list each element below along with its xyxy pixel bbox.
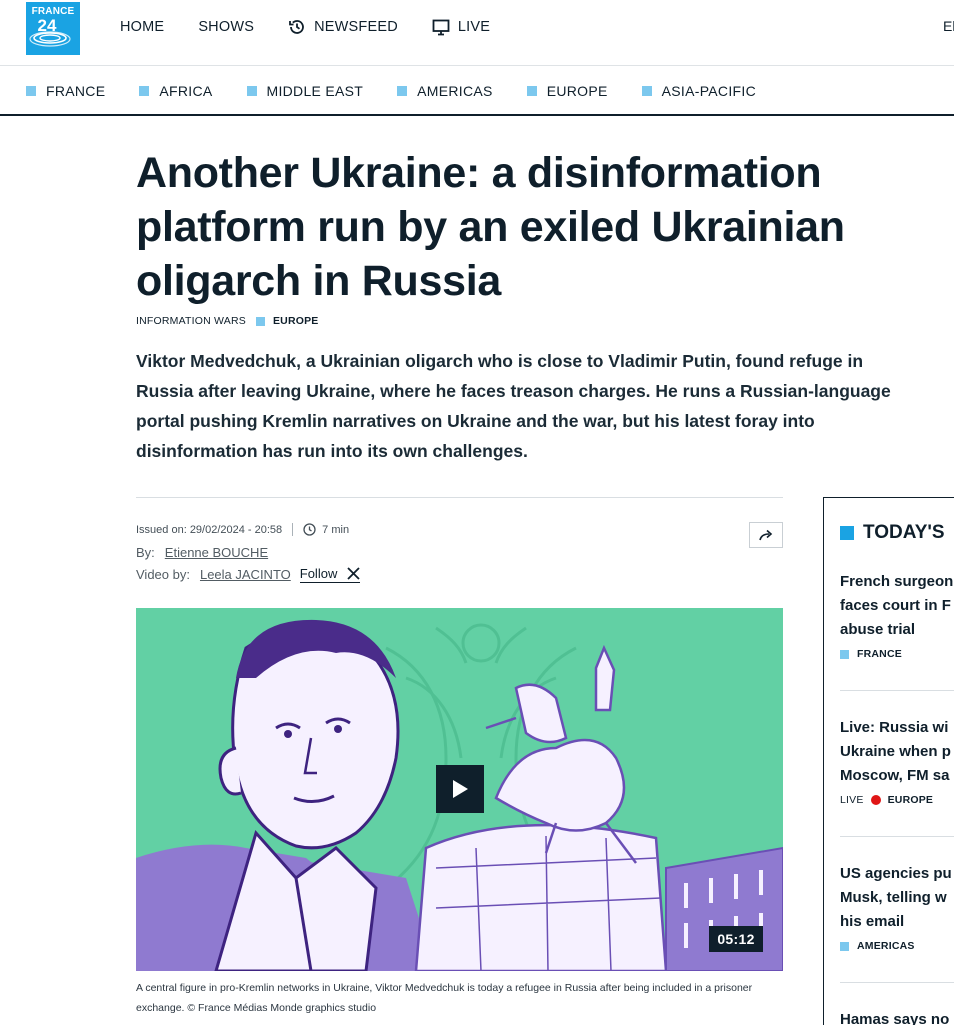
tv-icon (432, 19, 450, 35)
nav-live-label: LIVE (457, 19, 491, 35)
story-tag[interactable]: LIVE EUROPE (840, 794, 954, 806)
divider (136, 497, 783, 498)
videoby-label: Video by: (136, 567, 190, 582)
play-icon (453, 780, 468, 798)
story-headline-line: Musk, telling w (840, 889, 947, 906)
region-label: MIDDLE EAST (266, 83, 364, 99)
region-nav: FRANCE AFRICA MIDDLE EAST AMERICAS EUROP… (0, 66, 954, 116)
live-dot-icon (870, 795, 881, 805)
meta-separator (292, 523, 294, 536)
story-tag[interactable]: FRANCE (840, 648, 954, 660)
sidebar-story[interactable]: Live: Russia wi Ukraine when p Moscow, F… (840, 716, 954, 806)
sidebar-story[interactable]: Hamas says no (840, 1008, 954, 1025)
nav-shows-label: SHOWS (198, 19, 255, 35)
video-duration: 05:12 (709, 926, 763, 952)
article-tags: INFORMATION WARS EUROPE (136, 315, 319, 327)
play-button[interactable] (436, 765, 484, 813)
region-marker-icon (246, 86, 257, 96)
history-icon (289, 20, 304, 34)
region-africa[interactable]: AFRICA (139, 83, 212, 99)
video-author-link[interactable]: Leela JACINTO (200, 567, 291, 582)
story-headline-line: abuse trial (840, 621, 916, 638)
todays-sidebar: TODAY'S French surgeon faces court in F … (823, 497, 954, 1025)
tag-marker-icon (840, 941, 849, 951)
tag-information-wars[interactable]: INFORMATION WARS (136, 315, 246, 327)
sidebar-story[interactable]: US agencies pu Musk, telling w his email… (840, 862, 954, 952)
tag-europe[interactable]: EUROPE (273, 315, 319, 327)
region-europe[interactable]: EUROPE (526, 83, 608, 99)
sidebar-heading-label: TODAY'S (863, 522, 945, 543)
article-lead: Viktor Medvedchuk, a Ukrainian oligarch … (136, 351, 891, 461)
story-headline-line: French surgeon (840, 573, 954, 590)
story-divider (840, 982, 954, 983)
video-player[interactable]: 05:12 (136, 608, 783, 971)
story-headline-line: Live: Russia wi (840, 719, 949, 736)
story-tag-label: FRANCE (857, 648, 902, 660)
live-label: LIVE (840, 794, 864, 806)
region-middle-east[interactable]: MIDDLE EAST (246, 83, 364, 99)
region-marker-icon (397, 86, 408, 96)
share-button[interactable] (749, 522, 783, 548)
byline: By: Etienne BOUCHE (136, 545, 268, 560)
issued-date: Issued on: 29/02/2024 - 20:58 (136, 523, 283, 536)
story-tag[interactable]: AMERICAS (840, 940, 954, 952)
region-label: AMERICAS (417, 83, 493, 99)
language-switch[interactable]: El (943, 18, 954, 34)
nav-shows[interactable]: SHOWS (198, 19, 254, 35)
image-caption: A central figure in pro-Kremlin networks… (136, 982, 753, 1014)
article-title: Another Ukraine: a disinformation platfo… (136, 149, 845, 305)
tag-marker-icon (255, 316, 265, 326)
story-headline-line: Hamas says no (840, 1011, 950, 1025)
nav-home-label: HOME (120, 19, 165, 35)
main-nav: HOME SHOWS NEWSFEED LIVE (120, 0, 524, 54)
clock-icon (303, 523, 316, 536)
story-headline-line: faces court in F (840, 597, 951, 614)
region-asia-pacific[interactable]: ASIA-PACIFIC (641, 83, 756, 99)
heading-marker-icon (840, 526, 854, 540)
share-icon (759, 529, 773, 541)
story-tag-label: EUROPE (887, 794, 934, 806)
region-label: AFRICA (159, 83, 213, 99)
story-divider (840, 836, 954, 837)
top-header: FRANCE 24 HOME SHOWS NEWSFEED LIVE El (0, 0, 954, 66)
story-tag-label: AMERICAS (857, 940, 915, 952)
region-label: EUROPE (546, 83, 608, 99)
follow-label: Follow (299, 566, 338, 581)
nav-newsfeed[interactable]: NEWSFEED (288, 18, 398, 36)
story-headline-line: Moscow, FM sa (840, 767, 950, 784)
sidebar-story[interactable]: French surgeon faces court in F abuse tr… (840, 570, 954, 660)
region-americas[interactable]: AMERICAS (397, 83, 493, 99)
byline-label: By: (136, 545, 155, 560)
region-marker-icon (526, 86, 537, 96)
read-time: 7 min (322, 523, 350, 536)
region-label: FRANCE (46, 83, 106, 99)
story-headline-line: his email (840, 913, 905, 930)
region-france[interactable]: FRANCE (26, 83, 105, 99)
author-link[interactable]: Etienne BOUCHE (165, 545, 268, 560)
x-logo-icon (347, 567, 360, 580)
nav-newsfeed-label: NEWSFEED (314, 19, 398, 35)
france24-logo[interactable]: FRANCE 24 (26, 2, 80, 55)
story-divider (840, 690, 954, 691)
nav-live[interactable]: LIVE (432, 19, 490, 36)
region-marker-icon (139, 86, 150, 96)
region-marker-icon (641, 86, 652, 96)
article-meta: Issued on: 29/02/2024 - 20:58 7 min (136, 523, 349, 536)
sidebar-heading: TODAY'S (840, 522, 945, 544)
nav-home[interactable]: HOME (120, 19, 164, 35)
region-label: ASIA-PACIFIC (661, 83, 756, 99)
tag-marker-icon (840, 649, 849, 659)
story-headline-line: US agencies pu (840, 865, 952, 882)
region-marker-icon (26, 86, 36, 96)
video-byline: Video by: Leela JACINTO Follow (136, 566, 361, 583)
story-headline-line: Ukraine when p (840, 743, 951, 760)
follow-button[interactable]: Follow (299, 566, 361, 583)
logo-swirl-icon (29, 31, 71, 47)
